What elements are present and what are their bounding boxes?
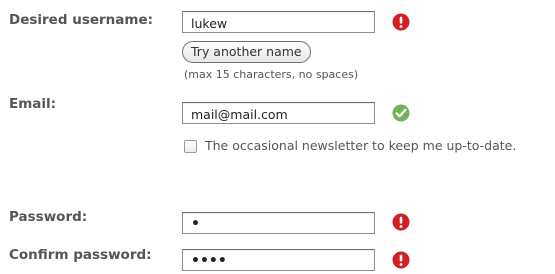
username-input[interactable] (182, 11, 375, 33)
confirm-password-label: Confirm password: (9, 247, 152, 263)
confirm-password-input[interactable] (182, 249, 375, 271)
password-label: Password: (9, 209, 88, 225)
email-label: Email: (9, 96, 57, 112)
newsletter-checkbox-label[interactable]: The occasional newsletter to keep me up-… (205, 138, 516, 153)
exclamation-circle-icon (392, 213, 410, 231)
newsletter-checkbox[interactable] (184, 140, 197, 153)
checkmark-circle-icon (392, 104, 410, 122)
username-hint: (max 15 characters, no spaces) (184, 68, 359, 81)
exclamation-circle-icon (392, 13, 410, 31)
email-input[interactable] (182, 102, 375, 124)
username-label: Desired username: (9, 12, 154, 28)
try-another-name-button[interactable]: Try another name (182, 41, 311, 63)
password-input[interactable] (182, 212, 375, 234)
exclamation-circle-icon (392, 251, 410, 269)
